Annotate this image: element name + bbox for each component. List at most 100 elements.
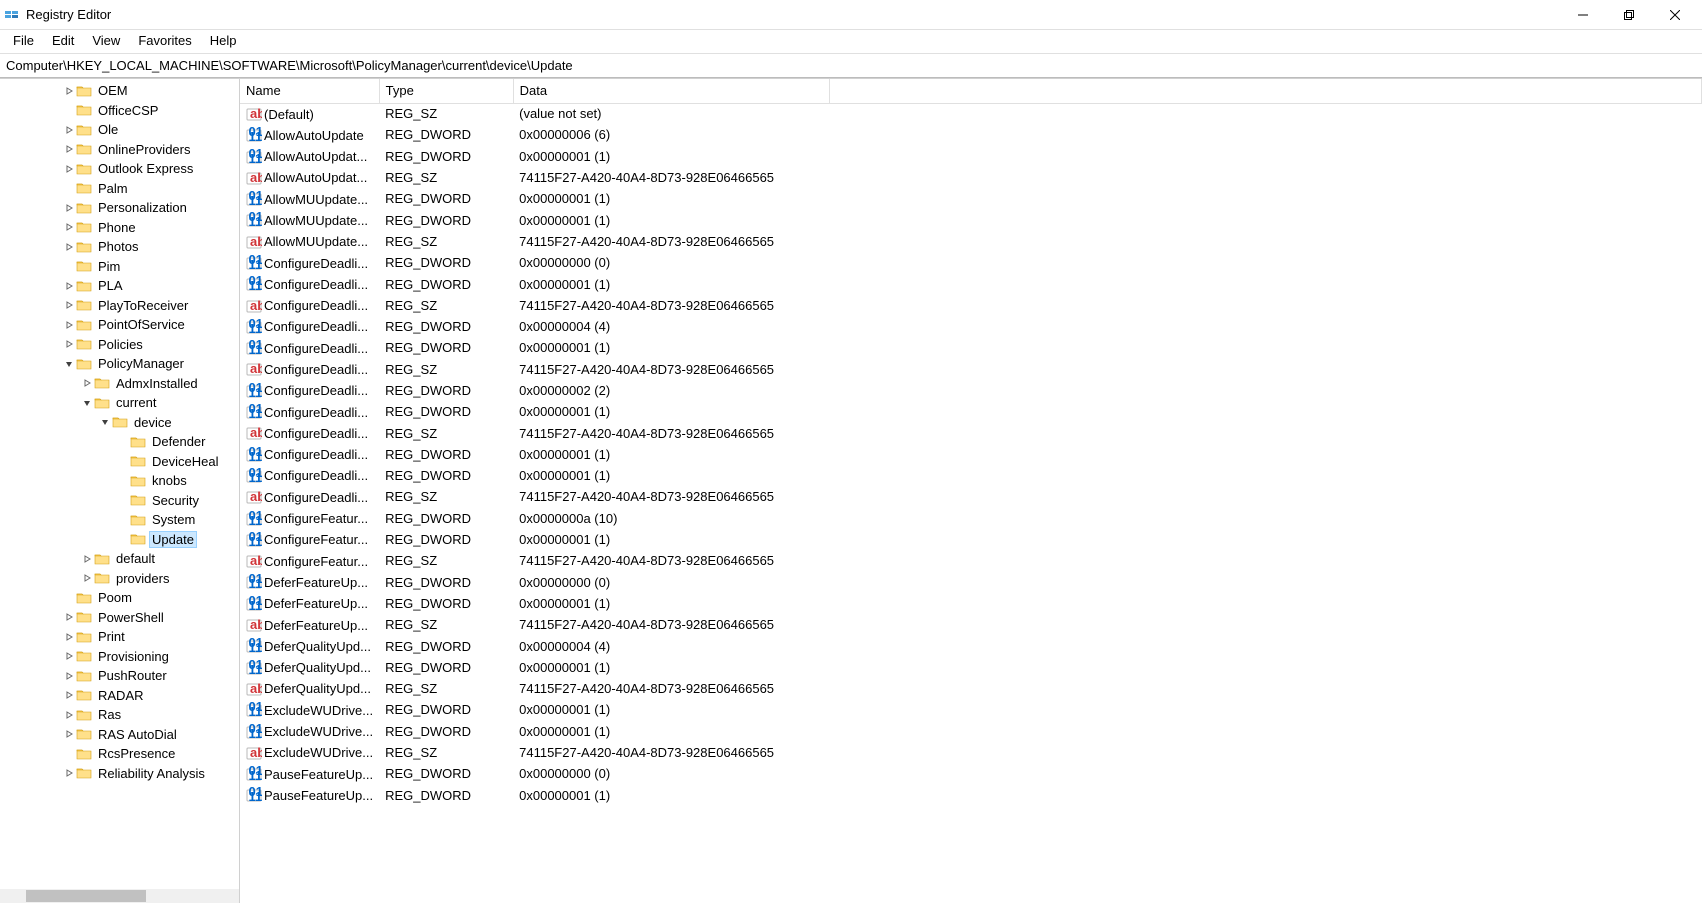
chevron-right-icon[interactable] bbox=[62, 669, 76, 683]
tree-node-ras[interactable]: Ras bbox=[0, 705, 239, 725]
value-row[interactable]: abConfigureFeatur...REG_SZ74115F27-A420-… bbox=[240, 550, 1702, 571]
value-row[interactable]: 011110ExcludeWUDrive...REG_DWORD0x000000… bbox=[240, 721, 1702, 742]
chevron-right-icon[interactable] bbox=[62, 630, 76, 644]
value-row[interactable]: 011110DeferQualityUpd...REG_DWORD0x00000… bbox=[240, 635, 1702, 656]
chevron-right-icon[interactable] bbox=[62, 298, 76, 312]
value-row[interactable]: abDeferQualityUpd...REG_SZ74115F27-A420-… bbox=[240, 678, 1702, 699]
value-row[interactable]: 011110DeferFeatureUp...REG_DWORD0x000000… bbox=[240, 593, 1702, 614]
tree-pane[interactable]: OEMOfficeCSPOleOnlineProvidersOutlook Ex… bbox=[0, 79, 240, 903]
chevron-right-icon[interactable] bbox=[62, 649, 76, 663]
tree-node-providers[interactable]: providers bbox=[0, 569, 239, 589]
tree-node-print[interactable]: Print bbox=[0, 627, 239, 647]
tree-node-admxinstalled[interactable]: AdmxInstalled bbox=[0, 374, 239, 394]
value-row[interactable]: 011110ConfigureDeadli...REG_DWORD0x00000… bbox=[240, 337, 1702, 358]
tree-node-pointofservice[interactable]: PointOfService bbox=[0, 315, 239, 335]
close-button[interactable] bbox=[1652, 0, 1698, 30]
tree-node-system[interactable]: System bbox=[0, 510, 239, 530]
column-header-type[interactable]: Type bbox=[379, 79, 513, 103]
chevron-right-icon[interactable] bbox=[62, 610, 76, 624]
tree-node-radar[interactable]: RADAR bbox=[0, 686, 239, 706]
value-row[interactable]: 011110ExcludeWUDrive...REG_DWORD0x000000… bbox=[240, 699, 1702, 720]
value-row[interactable]: abAllowAutoUpdat...REG_SZ74115F27-A420-4… bbox=[240, 167, 1702, 188]
tree-node-policies[interactable]: Policies bbox=[0, 335, 239, 355]
tree-node-reliability-analysis[interactable]: Reliability Analysis bbox=[0, 764, 239, 784]
chevron-right-icon[interactable] bbox=[80, 376, 94, 390]
chevron-right-icon[interactable] bbox=[62, 766, 76, 780]
tree-node-knobs[interactable]: knobs bbox=[0, 471, 239, 491]
value-row[interactable]: abConfigureDeadli...REG_SZ74115F27-A420-… bbox=[240, 359, 1702, 380]
column-header-data[interactable]: Data bbox=[513, 79, 829, 103]
values-pane[interactable]: Name Type Data ab(Default)REG_SZ(value n… bbox=[240, 79, 1702, 903]
chevron-down-icon[interactable] bbox=[62, 357, 76, 371]
tree-node-officecsp[interactable]: OfficeCSP bbox=[0, 101, 239, 121]
value-row[interactable]: 011110ConfigureDeadli...REG_DWORD0x00000… bbox=[240, 252, 1702, 273]
horizontal-scrollbar[interactable] bbox=[0, 889, 239, 903]
value-row[interactable]: abConfigureDeadli...REG_SZ74115F27-A420-… bbox=[240, 295, 1702, 316]
tree-node-phone[interactable]: Phone bbox=[0, 218, 239, 238]
chevron-right-icon[interactable] bbox=[80, 571, 94, 585]
tree-node-provisioning[interactable]: Provisioning bbox=[0, 647, 239, 667]
chevron-right-icon[interactable] bbox=[62, 688, 76, 702]
chevron-right-icon[interactable] bbox=[62, 727, 76, 741]
tree-node-ras-autodial[interactable]: RAS AutoDial bbox=[0, 725, 239, 745]
tree-node-palm[interactable]: Palm bbox=[0, 179, 239, 199]
menu-file[interactable]: File bbox=[4, 30, 43, 53]
tree-node-security[interactable]: Security bbox=[0, 491, 239, 511]
tree-node-ole[interactable]: Ole bbox=[0, 120, 239, 140]
tree-node-pim[interactable]: Pim bbox=[0, 257, 239, 277]
tree-node-personalization[interactable]: Personalization bbox=[0, 198, 239, 218]
value-row[interactable]: 011110ConfigureDeadli...REG_DWORD0x00000… bbox=[240, 380, 1702, 401]
tree-node-poom[interactable]: Poom bbox=[0, 588, 239, 608]
tree-node-update[interactable]: Update bbox=[0, 530, 239, 550]
minimize-button[interactable] bbox=[1560, 0, 1606, 30]
value-row[interactable]: 011110PauseFeatureUp...REG_DWORD0x000000… bbox=[240, 785, 1702, 806]
tree-node-current[interactable]: current bbox=[0, 393, 239, 413]
tree-node-device[interactable]: device bbox=[0, 413, 239, 433]
value-row[interactable]: abConfigureDeadli...REG_SZ74115F27-A420-… bbox=[240, 486, 1702, 507]
chevron-down-icon[interactable] bbox=[80, 396, 94, 410]
tree-node-playtoreceiver[interactable]: PlayToReceiver bbox=[0, 296, 239, 316]
chevron-down-icon[interactable] bbox=[98, 415, 112, 429]
value-row[interactable]: 011110DeferQualityUpd...REG_DWORD0x00000… bbox=[240, 657, 1702, 678]
value-row[interactable]: 011110AllowAutoUpdat...REG_DWORD0x000000… bbox=[240, 146, 1702, 167]
value-row[interactable]: 011110ConfigureDeadli...REG_DWORD0x00000… bbox=[240, 401, 1702, 422]
chevron-right-icon[interactable] bbox=[62, 337, 76, 351]
chevron-right-icon[interactable] bbox=[62, 240, 76, 254]
menu-view[interactable]: View bbox=[83, 30, 129, 53]
menu-help[interactable]: Help bbox=[201, 30, 246, 53]
tree-node-defender[interactable]: Defender bbox=[0, 432, 239, 452]
value-row[interactable]: 011110AllowMUUpdate...REG_DWORD0x0000000… bbox=[240, 209, 1702, 230]
maximize-button[interactable] bbox=[1606, 0, 1652, 30]
value-row[interactable]: 011110AllowMUUpdate...REG_DWORD0x0000000… bbox=[240, 188, 1702, 209]
menu-edit[interactable]: Edit bbox=[43, 30, 83, 53]
tree-node-powershell[interactable]: PowerShell bbox=[0, 608, 239, 628]
value-row[interactable]: abDeferFeatureUp...REG_SZ74115F27-A420-4… bbox=[240, 614, 1702, 635]
tree-node-default[interactable]: default bbox=[0, 549, 239, 569]
value-row[interactable]: 011110ConfigureFeatur...REG_DWORD0x00000… bbox=[240, 508, 1702, 529]
tree-node-outlook-express[interactable]: Outlook Express bbox=[0, 159, 239, 179]
value-row[interactable]: abConfigureDeadli...REG_SZ74115F27-A420-… bbox=[240, 422, 1702, 443]
chevron-right-icon[interactable] bbox=[62, 142, 76, 156]
chevron-right-icon[interactable] bbox=[62, 123, 76, 137]
tree-node-onlineproviders[interactable]: OnlineProviders bbox=[0, 140, 239, 160]
chevron-right-icon[interactable] bbox=[62, 201, 76, 215]
value-row[interactable]: ab(Default)REG_SZ(value not set) bbox=[240, 103, 1702, 124]
chevron-right-icon[interactable] bbox=[62, 84, 76, 98]
chevron-right-icon[interactable] bbox=[62, 318, 76, 332]
tree-node-photos[interactable]: Photos bbox=[0, 237, 239, 257]
tree-node-oem[interactable]: OEM bbox=[0, 81, 239, 101]
chevron-right-icon[interactable] bbox=[80, 552, 94, 566]
value-row[interactable]: abExcludeWUDrive...REG_SZ74115F27-A420-4… bbox=[240, 742, 1702, 763]
address-bar[interactable]: Computer\HKEY_LOCAL_MACHINE\SOFTWARE\Mic… bbox=[0, 54, 1702, 78]
menu-favorites[interactable]: Favorites bbox=[129, 30, 200, 53]
tree-node-pla[interactable]: PLA bbox=[0, 276, 239, 296]
chevron-right-icon[interactable] bbox=[62, 220, 76, 234]
tree-node-pushrouter[interactable]: PushRouter bbox=[0, 666, 239, 686]
value-row[interactable]: 011110ConfigureDeadli...REG_DWORD0x00000… bbox=[240, 273, 1702, 294]
value-row[interactable]: abAllowMUUpdate...REG_SZ74115F27-A420-40… bbox=[240, 231, 1702, 252]
chevron-right-icon[interactable] bbox=[62, 162, 76, 176]
value-row[interactable]: 011110ConfigureDeadli...REG_DWORD0x00000… bbox=[240, 316, 1702, 337]
tree-node-policymanager[interactable]: PolicyManager bbox=[0, 354, 239, 374]
tree-node-deviceheal[interactable]: DeviceHeal bbox=[0, 452, 239, 472]
value-row[interactable]: 011110DeferFeatureUp...REG_DWORD0x000000… bbox=[240, 572, 1702, 593]
